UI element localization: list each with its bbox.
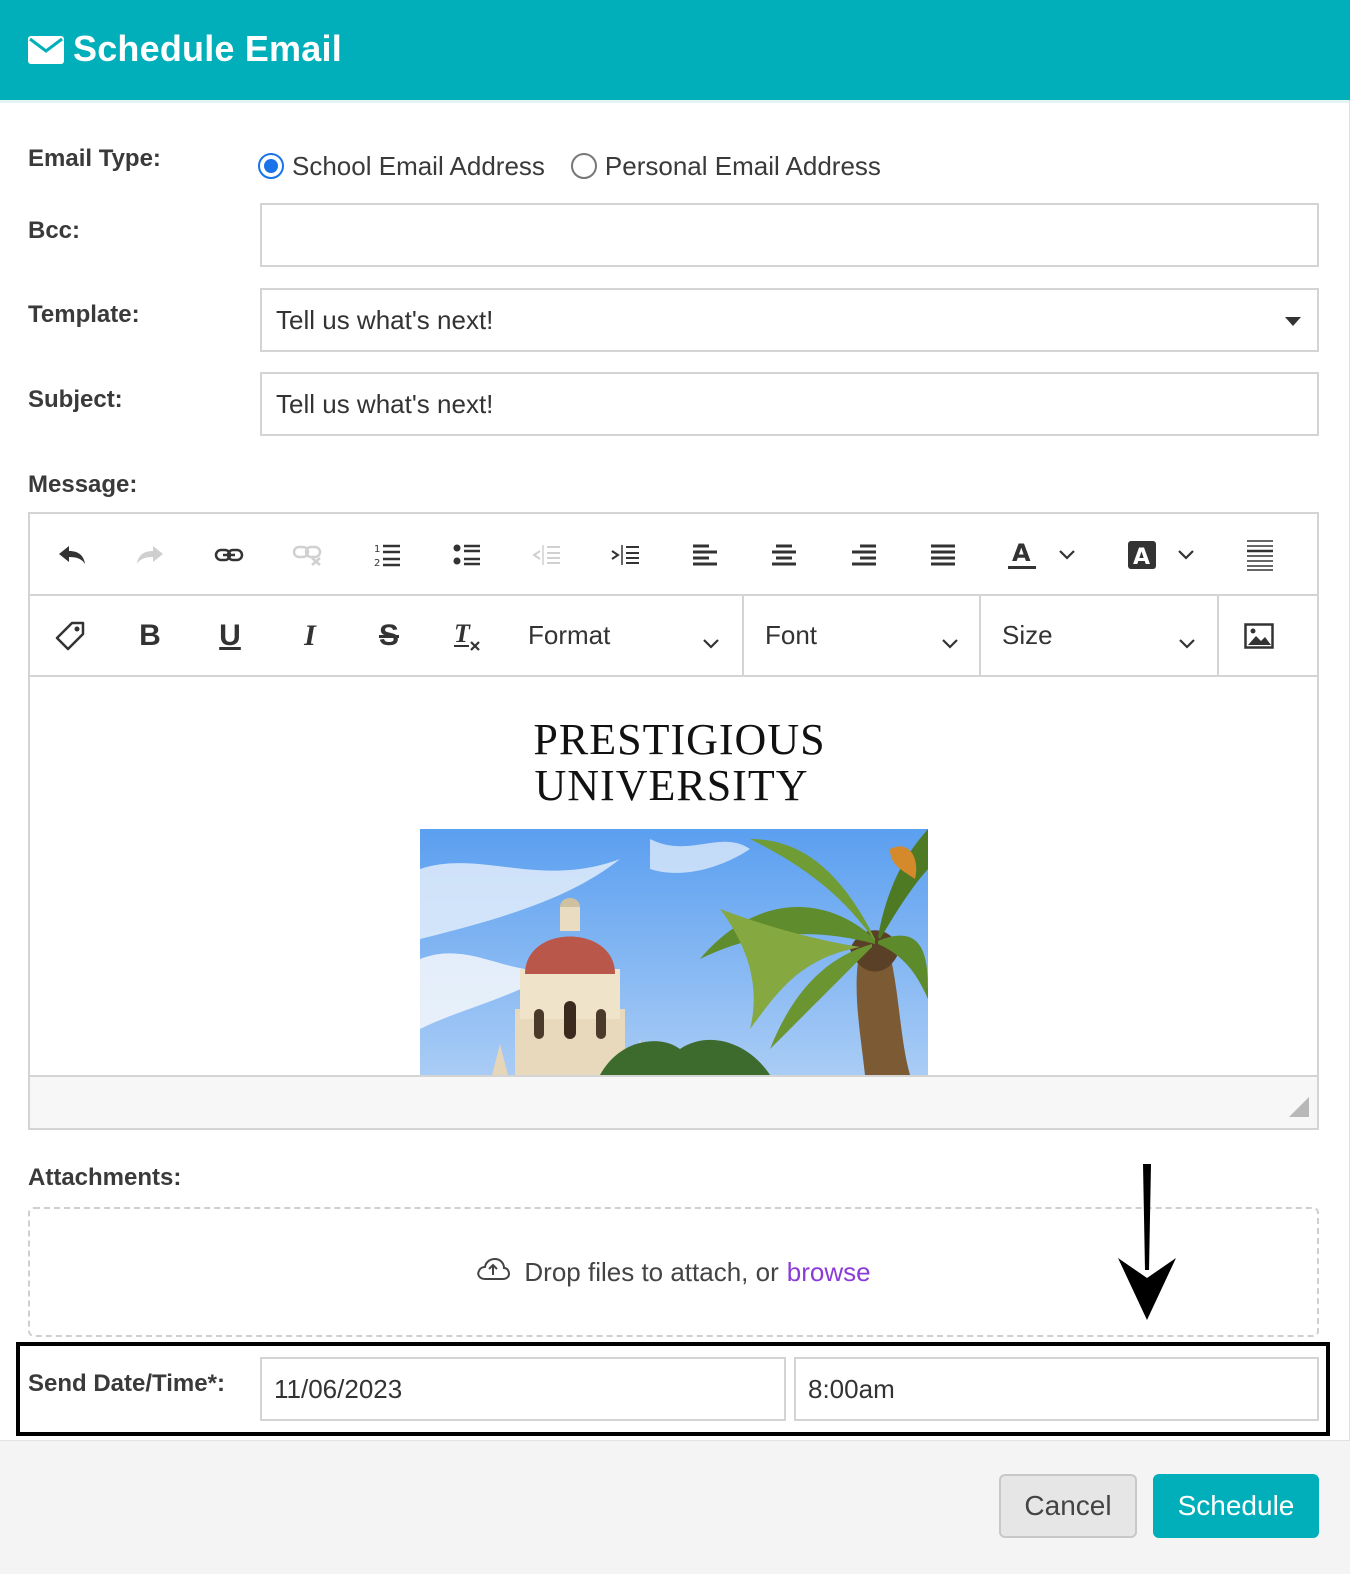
caret-down-icon — [1285, 317, 1301, 326]
chevron-down-icon — [941, 626, 959, 657]
numbered-list-icon[interactable]: 12 — [365, 533, 409, 577]
envelope-icon — [28, 36, 64, 69]
tag-icon[interactable] — [48, 614, 92, 658]
logo-line-2: UNIVERSITY — [534, 761, 809, 810]
svg-text:T: T — [454, 620, 471, 648]
email-type-label: Email Type: — [28, 145, 161, 172]
arrow-down-icon — [1118, 1164, 1176, 1320]
size-dropdown-label: Size — [1002, 620, 1053, 650]
font-dropdown[interactable]: Font — [745, 596, 979, 675]
font-dropdown-label: Font — [765, 620, 818, 650]
editor-toolbar-secondary: B U I S T Format Font Size — [30, 596, 1317, 677]
school-email-radio[interactable] — [258, 153, 284, 179]
editor-toolbar-primary: 12 A A — [30, 514, 1317, 596]
toolbar-separator — [742, 596, 744, 675]
template-selected-value: Tell us what's next! — [276, 304, 494, 335]
chevron-down-icon — [1178, 550, 1194, 560]
logo-line-1: PRESTIGIOUS — [533, 715, 826, 764]
underline-icon[interactable]: U — [208, 614, 252, 658]
school-email-option[interactable]: School Email Address — [258, 151, 545, 182]
bold-icon[interactable]: B — [128, 614, 172, 658]
cloud-upload-icon — [476, 1257, 511, 1288]
drop-files-text: Drop files to attach, or — [524, 1256, 779, 1287]
toolbar-separator — [1217, 596, 1219, 675]
clear-format-icon[interactable]: T — [445, 614, 489, 658]
template-label: Template: — [28, 301, 140, 328]
header-divider — [0, 100, 1350, 103]
indent-icon[interactable] — [603, 533, 647, 577]
cancel-button[interactable]: Cancel — [999, 1474, 1137, 1538]
outdent-icon[interactable] — [524, 533, 568, 577]
bcc-input[interactable] — [260, 203, 1319, 267]
schedule-button[interactable]: Schedule — [1153, 1474, 1319, 1538]
personal-email-option[interactable]: Personal Email Address — [570, 150, 881, 182]
chevron-down-icon — [1059, 550, 1075, 560]
text-color-dropdown[interactable] — [1047, 533, 1087, 577]
svg-text:2: 2 — [374, 558, 380, 568]
toolbar-separator — [979, 596, 981, 675]
editor-content[interactable]: PRESTIGIOUS UNIVERSITY — [30, 677, 1317, 1075]
align-justify-icon[interactable] — [921, 533, 965, 577]
svg-text:A: A — [1133, 545, 1150, 570]
italic-icon[interactable]: I — [288, 614, 332, 658]
editor-statusbar — [30, 1075, 1317, 1128]
redo-icon[interactable] — [128, 533, 172, 577]
strikethrough-icon[interactable]: S — [367, 614, 411, 658]
svg-text:1: 1 — [374, 544, 380, 555]
browse-link[interactable]: browse — [787, 1257, 871, 1288]
align-right-icon[interactable] — [842, 533, 886, 577]
rich-text-editor: 12 A A B U I S T Format Font Size PRESTI… — [28, 512, 1319, 1130]
campus-photo — [420, 829, 928, 1075]
subject-label: Subject: — [28, 386, 123, 413]
email-type-radio-group: School Email Address Personal Email Addr… — [258, 148, 907, 184]
svg-text:A: A — [1012, 539, 1031, 567]
chevron-down-icon — [1178, 626, 1196, 657]
subject-input[interactable]: Tell us what's next! — [260, 372, 1319, 436]
message-label: Message: — [28, 471, 138, 498]
attachments-label: Attachments: — [28, 1164, 182, 1191]
background-color-icon[interactable]: A — [1120, 533, 1164, 577]
send-time-input[interactable]: 8:00am — [794, 1357, 1319, 1421]
background-color-dropdown[interactable] — [1166, 533, 1206, 577]
image-icon[interactable] — [1237, 614, 1281, 658]
resize-handle-icon[interactable] — [1289, 1097, 1309, 1122]
send-datetime-label: Send Date/Time*: — [28, 1370, 225, 1397]
template-select[interactable]: Tell us what's next! — [260, 288, 1319, 352]
personal-email-radio[interactable] — [570, 153, 597, 179]
bcc-label: Bcc: — [28, 217, 81, 244]
align-left-icon[interactable] — [683, 533, 727, 577]
modal-header: Schedule Email — [0, 0, 1350, 100]
personal-email-label: Personal Email Address — [604, 150, 881, 181]
format-dropdown-label: Format — [528, 620, 611, 650]
school-email-label: School Email Address — [292, 150, 545, 181]
size-dropdown[interactable]: Size — [982, 596, 1216, 675]
unlink-icon[interactable] — [286, 533, 330, 577]
modal-edge — [1349, 100, 1350, 1574]
align-center-icon[interactable] — [762, 533, 806, 577]
text-color-icon[interactable]: A — [1000, 533, 1044, 577]
source-icon[interactable] — [1238, 533, 1282, 577]
university-logo: PRESTIGIOUS UNIVERSITY — [30, 717, 1317, 809]
modal-title: Schedule Email — [73, 28, 342, 69]
format-dropdown[interactable]: Format — [508, 596, 740, 675]
chevron-down-icon — [702, 626, 720, 657]
link-icon[interactable] — [207, 533, 251, 577]
send-date-input[interactable]: 11/06/2023 — [260, 1357, 786, 1421]
modal-footer: Cancel Schedule — [0, 1440, 1350, 1574]
undo-icon[interactable] — [50, 533, 94, 577]
bulleted-list-icon[interactable] — [445, 533, 489, 577]
